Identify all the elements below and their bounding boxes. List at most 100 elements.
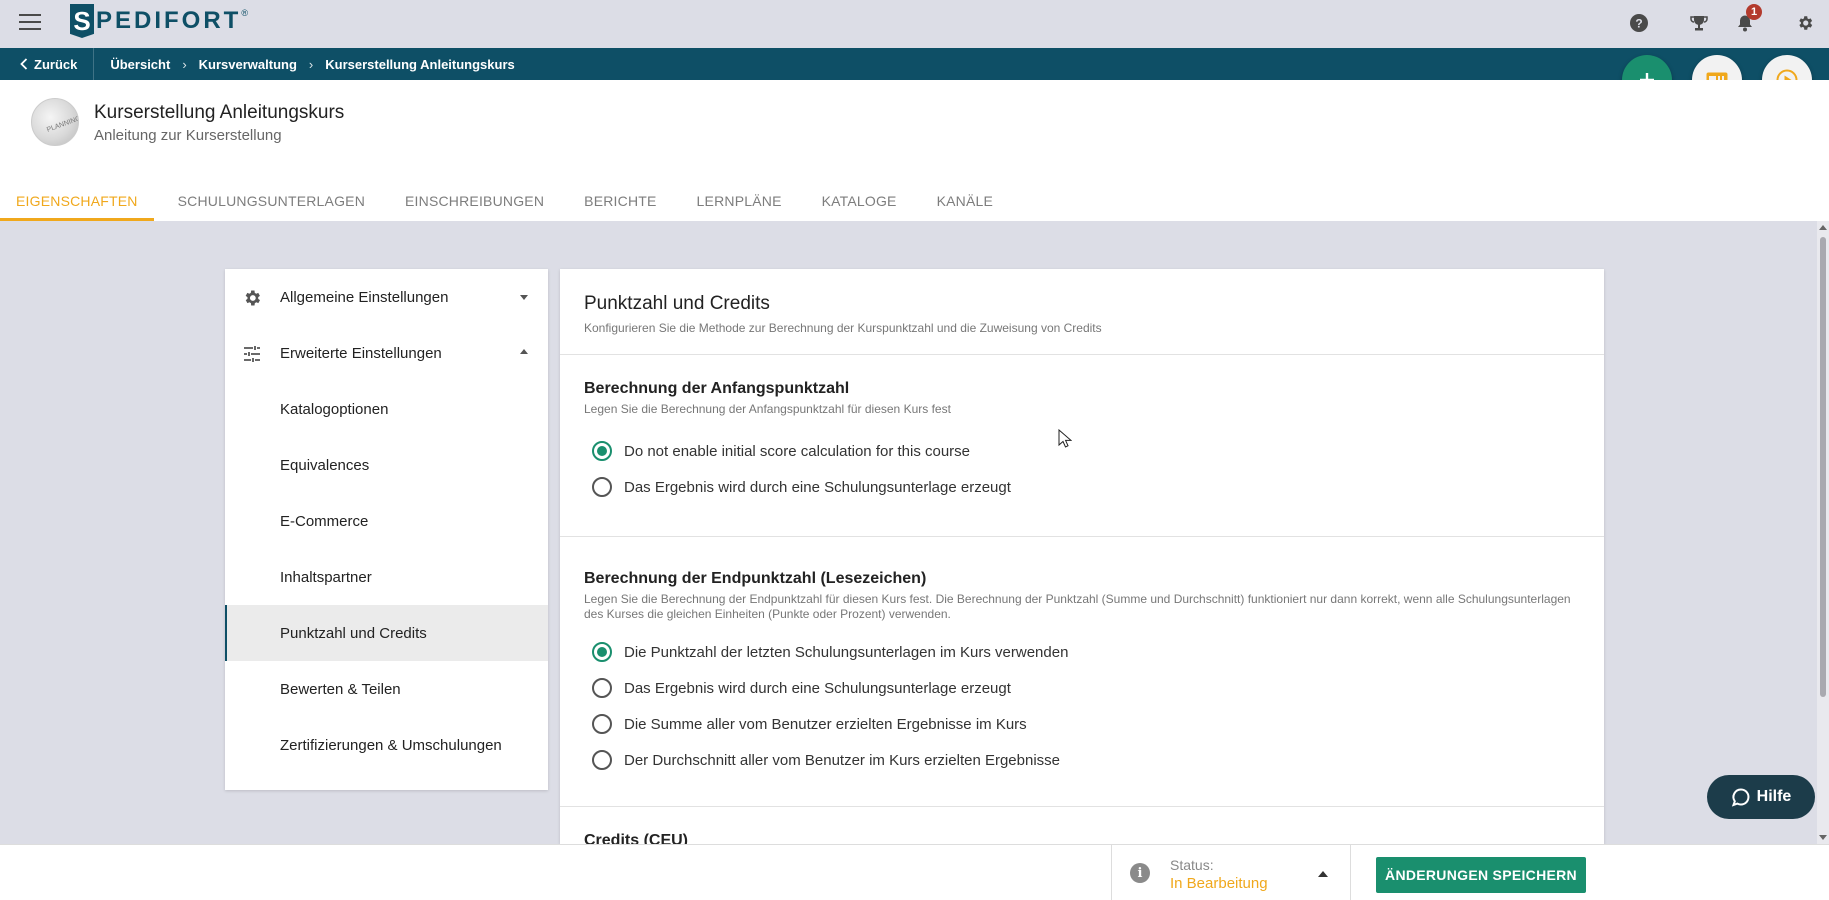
course-header: PLANNING Kurserstellung Anleitungskurs A… <box>0 80 1829 221</box>
breadcrumb: Zurück Übersicht › Kursverwaltung › Kurs… <box>0 48 1829 80</box>
radio-button[interactable] <box>592 642 612 662</box>
sidebar-item-equivalences[interactable]: Equivalences <box>225 437 548 493</box>
breadcrumb-item-course-management[interactable]: Kursverwaltung <box>199 57 297 72</box>
scrollbar-thumb[interactable] <box>1820 237 1826 697</box>
sidebar-item-label: Bewerten & Teilen <box>280 680 401 698</box>
chevron-left-icon <box>20 58 28 70</box>
trophy-icon[interactable] <box>1688 12 1710 34</box>
sidebar-item-label: Equivalences <box>280 456 370 474</box>
tab-learning-plans[interactable]: LERNPLÄNE <box>681 180 798 221</box>
score-credits-panel: Punktzahl und Credits Konfigurieren Sie … <box>560 269 1604 844</box>
logo-registered: ® <box>241 8 248 18</box>
chevron-down-icon <box>520 295 528 300</box>
course-subtitle: Anleitung zur Kurserstellung <box>94 127 282 144</box>
initial-score-section: Berechnung der Anfangspunktzahl Legen Si… <box>560 355 1604 537</box>
scroll-up-arrow-icon[interactable] <box>1819 225 1827 230</box>
help-chat-button[interactable]: Hilfe <box>1707 775 1815 819</box>
save-changes-button[interactable]: ÄNDERUNGEN SPEICHERN <box>1376 857 1586 893</box>
credits-section: Credits (CEU) <box>560 807 1604 844</box>
status-selector[interactable]: i Status: In Bearbeitung <box>1111 845 1351 900</box>
status-value: In Bearbeitung <box>1170 875 1268 892</box>
radio-label: Do not enable initial score calculation … <box>624 442 971 460</box>
final-score-section: Berechnung der Endpunktzahl (Lesezeichen… <box>560 537 1604 807</box>
help-label: Hilfe <box>1756 788 1792 805</box>
chevron-right-icon: › <box>182 56 187 72</box>
chevron-right-icon: › <box>308 56 314 72</box>
mouse-cursor-icon <box>1058 429 1072 448</box>
radio-label: Der Durchschnitt aller vom Benutzer im K… <box>624 751 1061 769</box>
sidebar-item-catalog-options[interactable]: Katalogoptionen <box>225 381 548 437</box>
thumbnail-text: PLANNING <box>45 115 79 134</box>
radio-label: Das Ergebnis wird durch eine Schulungsun… <box>624 679 1011 697</box>
help-icon[interactable]: ? <box>1628 12 1650 34</box>
breadcrumb-item-overview[interactable]: Übersicht <box>110 57 170 72</box>
radio-button[interactable] <box>592 477 612 497</box>
radio-option-final-from-material[interactable]: Das Ergebnis wird durch eine Schulungsun… <box>584 670 1580 706</box>
panel-title: Punktzahl und Credits <box>584 293 770 314</box>
sidebar-item-certifications[interactable]: Zertifizierungen & Umschulungen <box>225 717 548 773</box>
sidebar-item-label: Zertifizierungen & Umschulungen <box>280 736 502 754</box>
tab-training-materials[interactable]: SCHULUNGSUNTERLAGEN <box>162 180 381 221</box>
tab-channels[interactable]: KANÄLE <box>921 180 1009 221</box>
course-title: Kurserstellung Anleitungskurs <box>94 102 345 123</box>
tab-properties[interactable]: EIGENSCHAFTEN <box>0 180 154 221</box>
sidebar-item-advanced-settings[interactable]: Erweiterte Einstellungen <box>225 325 548 381</box>
hamburger-menu-icon[interactable] <box>19 14 41 30</box>
info-icon: i <box>1130 863 1150 883</box>
chat-bubble-icon <box>1731 788 1750 807</box>
radio-label: Das Ergebnis wird durch eine Schulungsun… <box>624 478 1011 496</box>
radio-option-initial-from-material[interactable]: Das Ergebnis wird durch eine Schulungsun… <box>584 469 1580 505</box>
sidebar-item-label: Inhaltspartner <box>280 568 372 586</box>
section-title: Berechnung der Endpunktzahl (Lesezeichen… <box>584 570 927 587</box>
radio-button[interactable] <box>592 750 612 770</box>
section-description: Legen Sie die Berechnung der Anfangspunk… <box>584 402 951 416</box>
scroll-down-arrow-icon[interactable] <box>1819 835 1827 840</box>
gear-icon <box>245 290 260 306</box>
logo-mark: S <box>70 4 94 38</box>
sidebar-item-content-partners[interactable]: Inhaltspartner <box>225 549 548 605</box>
logo[interactable]: S PEDIFORT ® <box>70 4 248 38</box>
radio-label: Die Summe aller vom Benutzer erzielten E… <box>624 715 1027 733</box>
footer-bar: i Status: In Bearbeitung ÄNDERUNGEN SPEI… <box>0 844 1829 900</box>
section-title: Credits (CEU) <box>584 832 689 844</box>
panel-description: Konfigurieren Sie die Methode zur Berech… <box>584 321 1102 335</box>
back-button[interactable]: Zurück <box>0 48 95 80</box>
radio-button[interactable] <box>592 714 612 734</box>
chevron-up-icon <box>520 349 528 354</box>
sidebar-item-label: Erweiterte Einstellungen <box>280 344 442 362</box>
tab-enrollments[interactable]: EINSCHREIBUNGEN <box>389 180 560 221</box>
sidebar-item-label: Punktzahl und Credits <box>280 624 427 642</box>
settings-sidebar: Allgemeine Einstellungen Erweiterte Eins… <box>225 269 548 790</box>
notification-badge: 1 <box>1746 4 1762 20</box>
course-tabs: EIGENSCHAFTEN SCHULUNGSUNTERLAGEN EINSCH… <box>0 180 1017 221</box>
course-thumbnail: PLANNING <box>31 98 79 146</box>
sidebar-item-label: E-Commerce <box>280 512 369 530</box>
logo-text: PEDIFORT <box>96 7 242 34</box>
chevron-up-icon[interactable] <box>1318 871 1328 877</box>
radio-option-initial-disabled[interactable]: Do not enable initial score calculation … <box>584 433 1580 469</box>
sidebar-item-general-settings[interactable]: Allgemeine Einstellungen <box>225 269 548 325</box>
sliders-icon <box>244 346 260 362</box>
radio-option-final-average[interactable]: Der Durchschnitt aller vom Benutzer im K… <box>584 742 1580 778</box>
radio-option-final-sum[interactable]: Die Summe aller vom Benutzer erzielten E… <box>584 706 1580 742</box>
sidebar-item-label: Allgemeine Einstellungen <box>280 288 449 306</box>
panel-header: Punktzahl und Credits Konfigurieren Sie … <box>560 269 1604 355</box>
radio-label: Die Punktzahl der letzten Schulungsunter… <box>624 643 1069 661</box>
radio-button[interactable] <box>592 441 612 461</box>
breadcrumb-item-current-course[interactable]: Kurserstellung Anleitungskurs <box>325 57 515 72</box>
bell-icon[interactable]: 1 <box>1734 4 1762 34</box>
status-label: Status: <box>1170 857 1214 873</box>
settings-gear-icon[interactable] <box>1794 12 1816 34</box>
page-scrollbar[interactable] <box>1817 221 1829 844</box>
back-label: Zurück <box>34 56 78 72</box>
tab-reports[interactable]: BERICHTE <box>568 180 672 221</box>
sidebar-item-rate-and-share[interactable]: Bewerten & Teilen <box>225 661 548 717</box>
top-bar: S PEDIFORT ® ? 1 <box>0 0 1829 48</box>
section-description: Legen Sie die Berechnung der Endpunktzah… <box>584 592 1571 621</box>
radio-button[interactable] <box>592 678 612 698</box>
sidebar-item-ecommerce[interactable]: E-Commerce <box>225 493 548 549</box>
section-title: Berechnung der Anfangspunktzahl <box>584 380 850 397</box>
tab-catalogs[interactable]: KATALOGE <box>806 180 913 221</box>
radio-option-final-last-material[interactable]: Die Punktzahl der letzten Schulungsunter… <box>584 634 1580 670</box>
sidebar-item-score-and-credits[interactable]: Punktzahl und Credits <box>225 605 548 661</box>
